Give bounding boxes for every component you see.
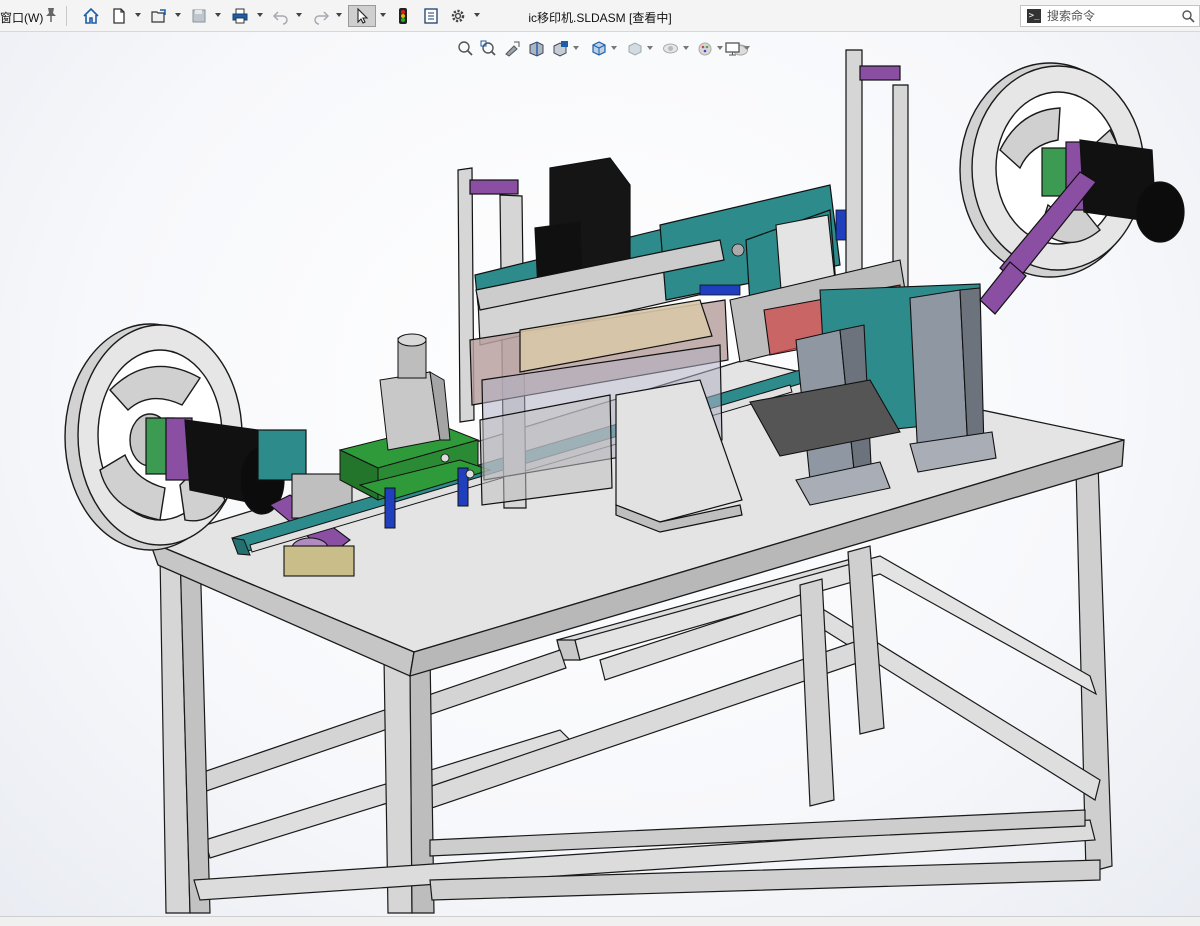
undo-button[interactable] (270, 5, 292, 27)
hide-show-dropdown-arrow[interactable] (683, 46, 689, 50)
view-orientation-dropdown-arrow[interactable] (611, 46, 617, 50)
zoom-to-area-button[interactable] (478, 38, 498, 58)
view-orientation-icon (591, 40, 606, 56)
pin-icon[interactable] (44, 7, 58, 23)
view-settings-button[interactable] (722, 38, 742, 58)
open-dropdown-arrow[interactable] (175, 13, 181, 17)
zoom-to-fit-icon (457, 40, 473, 56)
options-button[interactable] (447, 5, 469, 27)
window-menu[interactable]: 窗口(W) (0, 9, 43, 26)
hide-show-items-button[interactable] (660, 38, 680, 58)
view-orientation-button[interactable] (588, 38, 608, 58)
print-icon (232, 8, 248, 24)
rebuild-traffic-light-icon (399, 8, 407, 24)
assembly-model (64, 49, 1185, 914)
section-view-button[interactable] (526, 38, 546, 58)
search-icon[interactable] (1181, 9, 1195, 23)
view-settings-dropdown-arrow[interactable] (744, 46, 750, 50)
previous-view-icon (504, 41, 519, 57)
heads-up-view-toolbar (455, 38, 755, 58)
dynamic-annotation-dropdown-arrow[interactable] (573, 46, 579, 50)
undo-icon (272, 11, 288, 25)
edit-appearance-icon (698, 42, 711, 55)
save-dropdown-arrow[interactable] (215, 13, 221, 17)
dynamic-annotation-icon (553, 40, 568, 57)
print-button[interactable] (229, 5, 251, 27)
home-button[interactable] (80, 5, 102, 27)
select-dropdown-arrow[interactable] (380, 13, 386, 17)
edit-appearance-button[interactable] (695, 38, 715, 58)
open-button[interactable] (148, 5, 170, 27)
hide-show-items-icon (662, 43, 678, 53)
new-document-icon (113, 8, 125, 24)
new-dropdown-arrow[interactable] (135, 13, 141, 17)
status-bar (0, 916, 1200, 926)
zoom-to-area-icon (480, 40, 496, 56)
redo-icon (314, 11, 330, 25)
search-input[interactable] (1047, 9, 1167, 23)
rebuild-button[interactable] (392, 5, 414, 27)
dynamic-annotation-button[interactable] (550, 38, 570, 58)
home-icon (83, 7, 99, 24)
zoom-to-fit-button[interactable] (455, 38, 475, 58)
toolbar-separator (66, 6, 67, 26)
undo-dropdown-arrow[interactable] (296, 13, 302, 17)
section-view-icon (529, 40, 543, 57)
display-style-icon (628, 41, 641, 56)
graphics-area[interactable] (0, 32, 1200, 916)
display-style-button[interactable] (624, 38, 644, 58)
view-settings-icon (724, 41, 740, 55)
new-document-button[interactable] (108, 5, 130, 27)
view-settings-group (722, 38, 762, 58)
select-icon (357, 7, 369, 24)
file-properties-icon (424, 8, 438, 24)
options-dropdown-arrow[interactable] (474, 13, 480, 17)
search-commands-box[interactable]: >_ (1020, 5, 1200, 27)
select-button[interactable] (348, 5, 376, 27)
save-button[interactable] (188, 5, 210, 27)
redo-button[interactable] (310, 5, 332, 27)
top-toolbar: 窗口(W) ic移印机.SLDASM [查看中] >_ 搜索命令 (0, 0, 1200, 32)
options-gear-icon (451, 9, 465, 23)
command-prompt-icon: >_ (1027, 9, 1041, 23)
save-icon (192, 9, 206, 23)
previous-view-button[interactable] (502, 38, 522, 58)
redo-dropdown-arrow[interactable] (336, 13, 342, 17)
file-properties-button[interactable] (420, 5, 442, 27)
print-dropdown-arrow[interactable] (257, 13, 263, 17)
display-style-dropdown-arrow[interactable] (647, 46, 653, 50)
open-icon (151, 9, 166, 23)
